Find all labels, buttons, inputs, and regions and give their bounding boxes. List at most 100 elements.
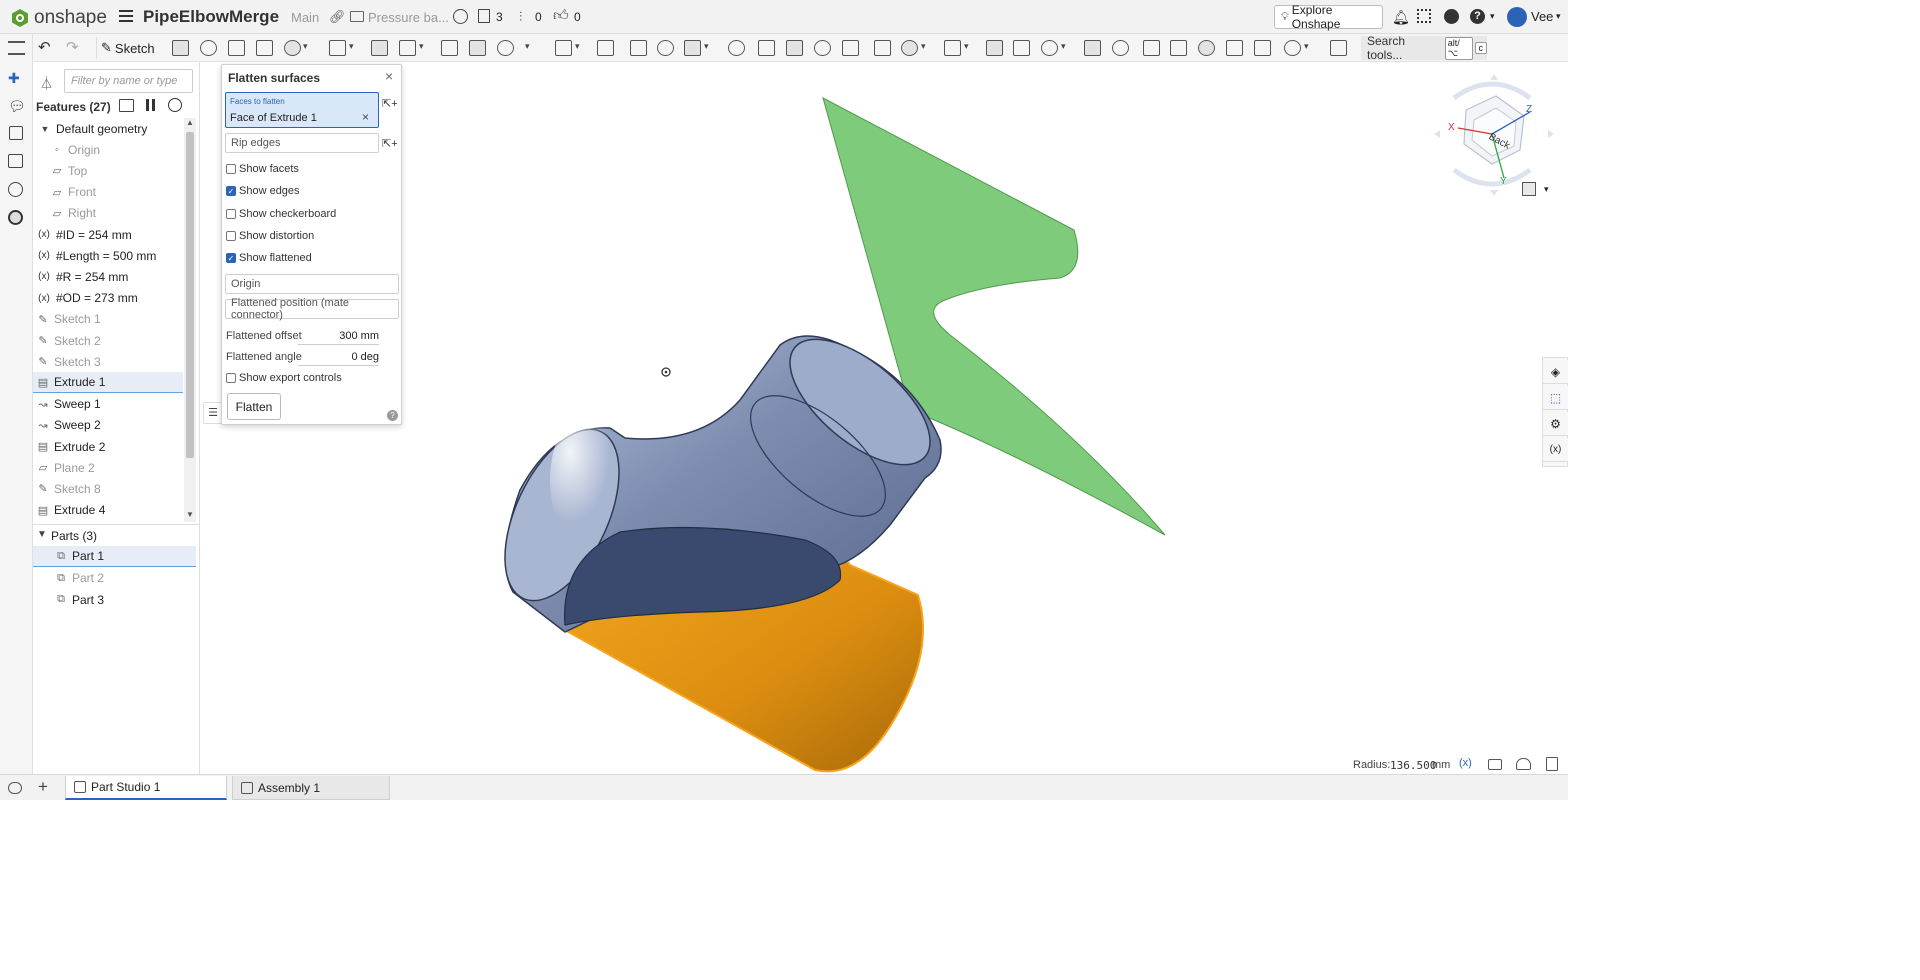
user-avatar-icon[interactable]: [1507, 7, 1527, 27]
fill-icon[interactable]: [1013, 40, 1030, 56]
feature-item[interactable]: ▱ Front: [33, 182, 183, 203]
chevron-down-icon[interactable]: ▼: [37, 122, 53, 136]
tab-icon[interactable]: [1254, 40, 1271, 56]
scroll-up-icon[interactable]: ▲: [186, 118, 194, 127]
mirror-icon[interactable]: [597, 40, 614, 56]
model-scene[interactable]: [200, 62, 1568, 774]
help-icon[interactable]: ?: [1470, 9, 1485, 24]
chamfer-icon[interactable]: [371, 40, 388, 56]
feature-item[interactable]: (x) #R = 254 mm: [33, 266, 183, 287]
analysis-icon[interactable]: [8, 210, 23, 225]
dialog-checkbox[interactable]: Show checkerboard: [226, 205, 396, 223]
part-item[interactable]: ⧉ Part 1: [33, 546, 196, 567]
feature-item[interactable]: (x) #OD = 273 mm: [33, 288, 183, 309]
chevron-down-icon[interactable]: ▾: [1490, 11, 1495, 22]
modify-fillet-icon[interactable]: [758, 40, 775, 56]
filter-icon[interactable]: ⏃: [40, 73, 53, 92]
explore-onshape-button[interactable]: 💡︎ Explore Onshape: [1274, 3, 1383, 31]
insert-icon[interactable]: ✚: [8, 70, 20, 87]
view-options-cube-icon[interactable]: [1522, 182, 1536, 196]
instances-icon[interactable]: ⫶: [519, 9, 522, 25]
sketch-tools-icon[interactable]: ⚙︎: [1543, 412, 1568, 436]
view-cube[interactable]: Back X Y Z: [1434, 74, 1556, 198]
loft-icon[interactable]: [256, 40, 273, 56]
mate-connector-icon[interactable]: [1084, 40, 1101, 56]
feature-item[interactable]: ▱ Top: [33, 160, 183, 181]
variable-display-icon[interactable]: (x): [1459, 757, 1472, 769]
notifications-bell-icon[interactable]: 🔔︎: [1392, 9, 1410, 26]
comments-icon[interactable]: 💬︎: [8, 98, 26, 115]
chevron-down-icon[interactable]: ▾: [349, 41, 358, 57]
undo-icon[interactable]: ↶: [38, 38, 51, 56]
app-store-icon[interactable]: [1417, 9, 1431, 23]
pattern-icon[interactable]: [555, 40, 572, 56]
joint-icon[interactable]: [1226, 40, 1243, 56]
curve-icon[interactable]: [944, 40, 961, 56]
rib-icon[interactable]: [441, 40, 458, 56]
feature-item[interactable]: (x) #Length = 500 mm: [33, 245, 183, 266]
properties-icon[interactable]: [9, 126, 23, 140]
scroll-thumb[interactable]: [186, 132, 194, 458]
rollback-timer-icon[interactable]: [168, 98, 182, 112]
flatten-button[interactable]: Flatten: [227, 393, 281, 420]
feature-item[interactable]: ▼ Default geometry: [33, 118, 183, 139]
document-title[interactable]: PipeElbowMerge: [143, 7, 279, 27]
link-icon[interactable]: 🔗︎: [329, 9, 346, 25]
delete-face-icon[interactable]: [786, 40, 803, 56]
tab-manager-icon[interactable]: [8, 782, 22, 794]
split-icon[interactable]: [657, 40, 674, 56]
learning-center-icon[interactable]: [1444, 9, 1459, 24]
chevron-down-icon[interactable]: ▾: [921, 41, 930, 57]
tag-icon[interactable]: [1112, 40, 1129, 56]
helix-icon[interactable]: [901, 40, 918, 56]
replace-face-icon[interactable]: [842, 40, 859, 56]
dialog-close-icon[interactable]: ×: [385, 68, 393, 84]
move-face-icon[interactable]: [814, 40, 831, 56]
units-icon[interactable]: [1546, 757, 1558, 771]
folder-icon[interactable]: [350, 11, 364, 22]
chevron-down-icon[interactable]: ▾: [419, 41, 428, 57]
flattened-offset-input[interactable]: 300 mm: [298, 327, 379, 345]
dialog-help-icon[interactable]: ?: [387, 410, 398, 421]
redo-icon[interactable]: ↷: [66, 38, 79, 56]
form-icon[interactable]: [1284, 40, 1301, 56]
folder-name[interactable]: Pressure ba...: [368, 10, 449, 25]
custom-feature-icon[interactable]: [1330, 40, 1347, 56]
part-item[interactable]: ⧉ Part 2: [33, 568, 196, 589]
revolve-icon[interactable]: [200, 40, 217, 56]
branch-name[interactable]: Main: [291, 10, 319, 25]
sketch-button[interactable]: ✎ Sketch: [96, 37, 155, 59]
flattened-position-field[interactable]: Flattened position (mate connector): [225, 297, 399, 321]
graphics-viewport[interactable]: ☰ Back X Y Z ▾ Radius: 136.500 mm (x): [200, 62, 1568, 774]
dialog-checkbox[interactable]: Show distortion: [226, 227, 396, 245]
chevron-down-icon[interactable]: ▾: [704, 41, 713, 57]
delete-part-icon[interactable]: [728, 40, 745, 56]
boolean-icon[interactable]: [630, 40, 647, 56]
parts-chevron-icon[interactable]: ▼: [37, 529, 47, 540]
shell-icon[interactable]: [469, 40, 486, 56]
view-options-chevron-icon[interactable]: ▾: [1544, 184, 1549, 195]
draft-icon[interactable]: [399, 40, 416, 56]
part-item[interactable]: ⧉ Part 3: [33, 589, 196, 610]
dialog-checkbox[interactable]: ✓ Show edges: [226, 182, 396, 200]
feature-item[interactable]: ▤ Extrude 2: [33, 436, 183, 457]
hole-icon[interactable]: [497, 40, 514, 56]
fillet-icon[interactable]: [329, 40, 346, 56]
faces-to-flatten-field[interactable]: Faces to flatten Face of Extrude 1 ×: [225, 92, 379, 128]
tab-part-studio[interactable]: Part Studio 1: [65, 776, 227, 800]
user-menu-chevron-icon[interactable]: ▾: [1556, 11, 1561, 22]
user-name[interactable]: Vee: [1531, 9, 1553, 24]
appearance-icon[interactable]: ◈: [1543, 360, 1568, 384]
globe-icon[interactable]: [453, 9, 468, 24]
feature-item[interactable]: ▱ Right: [33, 203, 183, 224]
tab-assembly[interactable]: Assembly 1: [232, 776, 390, 800]
pause-icon[interactable]: [146, 99, 155, 111]
feature-item[interactable]: ✎ Sketch 2: [33, 330, 183, 351]
feature-item[interactable]: ✎ Sketch 1: [33, 309, 183, 330]
feature-item[interactable]: ▱ Plane 2: [33, 457, 183, 478]
feature-item[interactable]: ✎ Sketch 8: [33, 478, 183, 499]
measure-icon[interactable]: [8, 182, 23, 197]
chevron-down-icon[interactable]: ▾: [575, 41, 584, 57]
flange-icon[interactable]: [1198, 40, 1215, 56]
onshape-logo[interactable]: onshape: [10, 7, 107, 29]
